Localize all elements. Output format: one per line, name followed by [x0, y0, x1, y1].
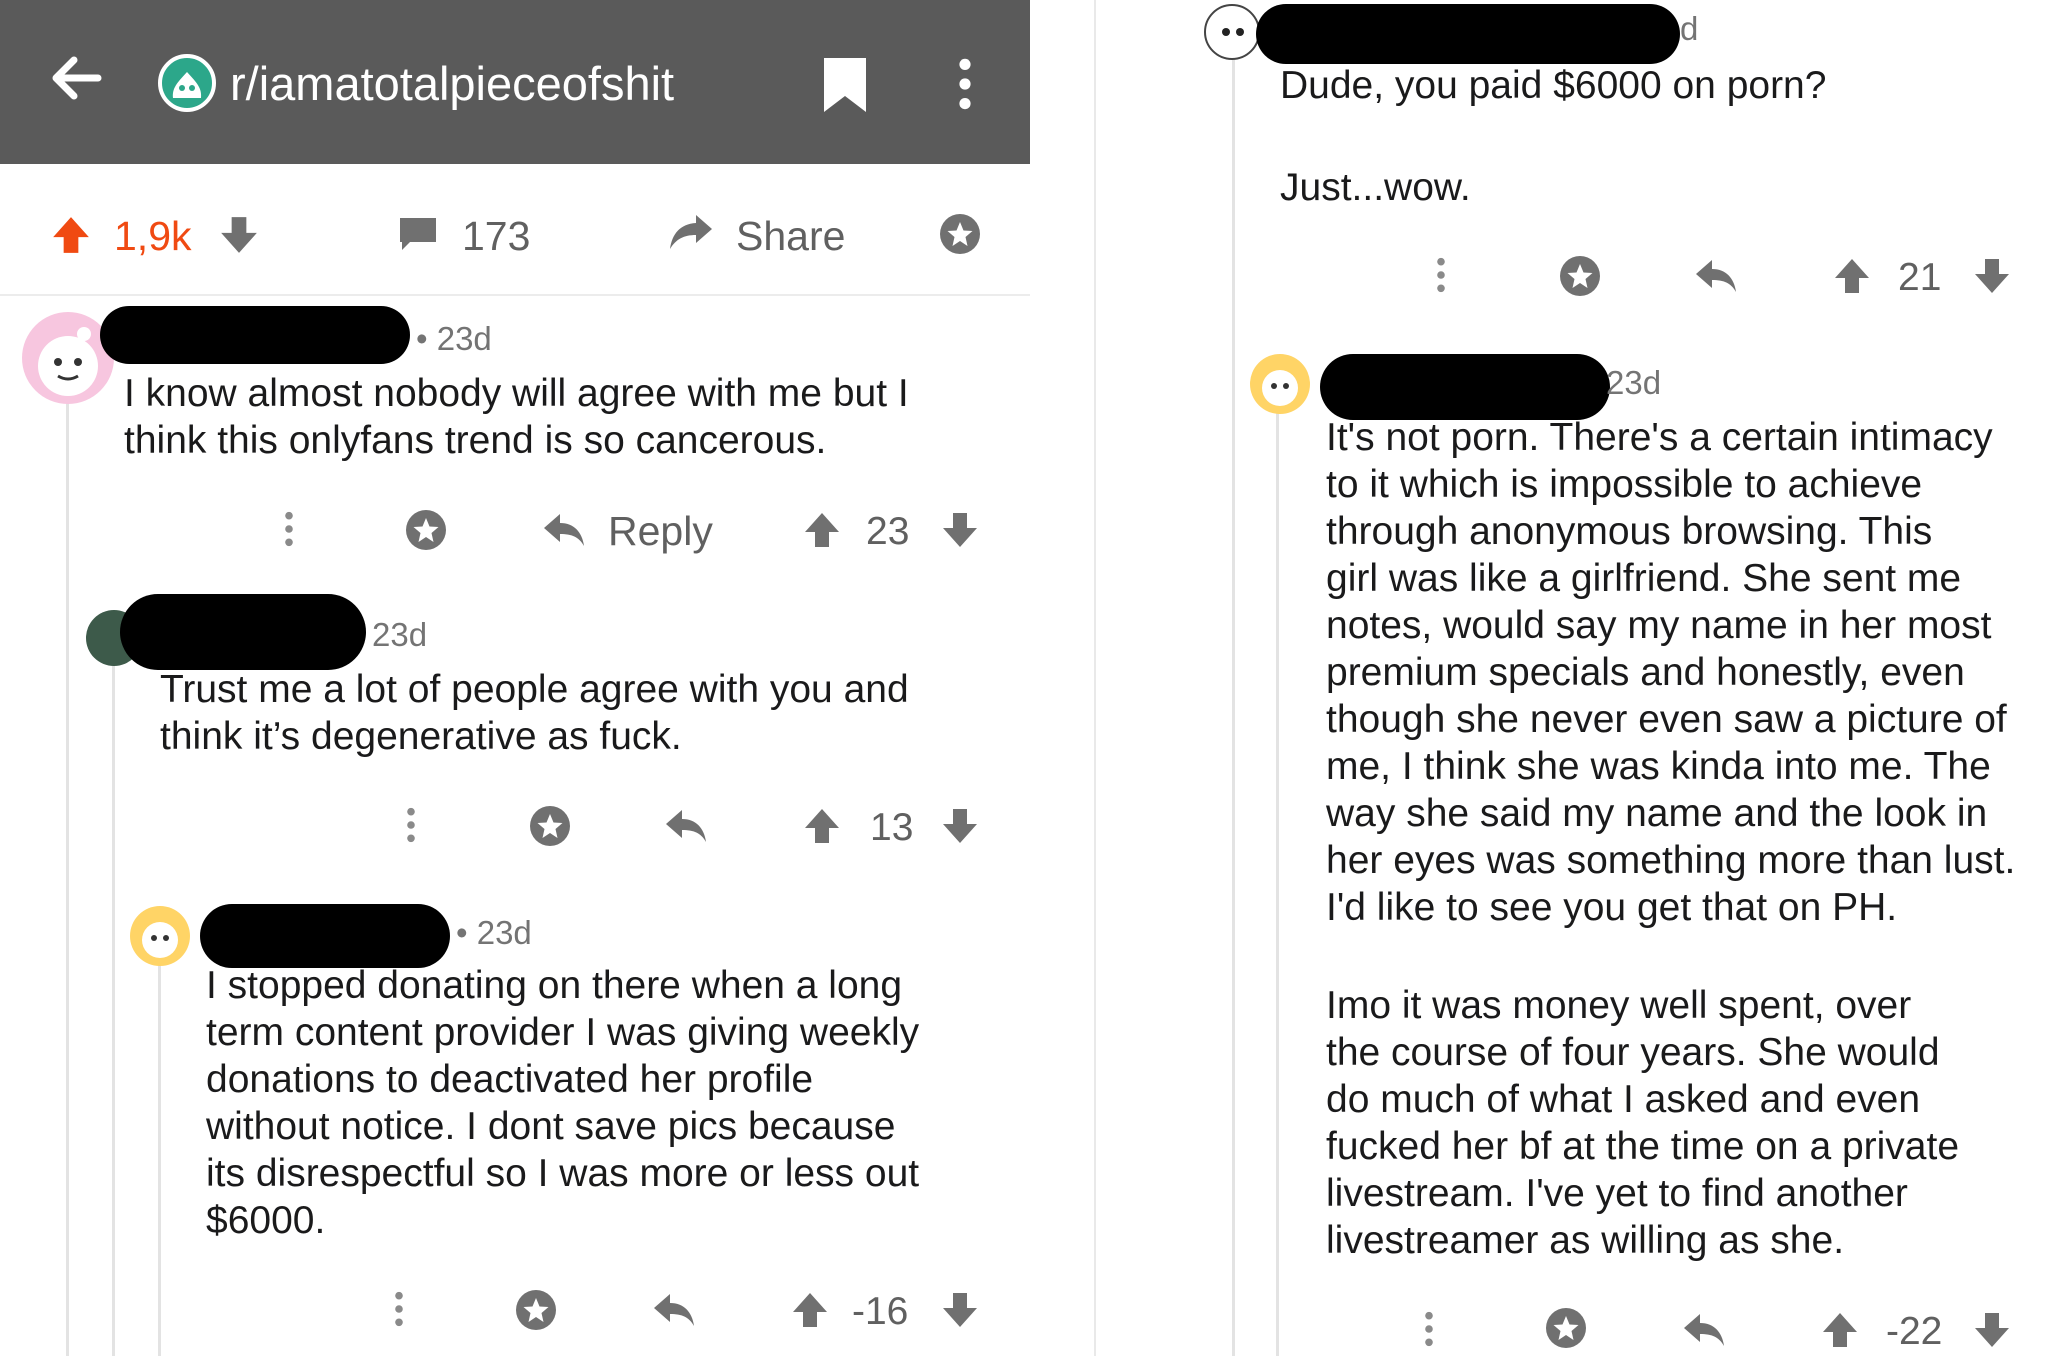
right-screenshot: d Dude, you paid $6000 on porn? Just...w… — [1098, 0, 2047, 1356]
downvote-icon[interactable] — [1972, 1310, 2012, 1350]
comment-count: 173 — [462, 213, 531, 259]
more-options-icon[interactable] — [284, 510, 294, 548]
thread-line — [1232, 60, 1235, 1356]
subreddit-name[interactable]: r/iamatotalpieceofshit — [230, 56, 674, 111]
comment-age: d — [1680, 10, 1699, 47]
reply-icon[interactable] — [664, 806, 708, 846]
downvote-icon[interactable] — [218, 214, 260, 256]
downvote-icon[interactable] — [940, 806, 980, 846]
thread-line — [112, 664, 115, 1356]
reply-button[interactable]: Reply — [608, 508, 713, 555]
redacted-username — [120, 594, 366, 670]
comment-body: I stopped donating on there when a long … — [206, 964, 920, 1242]
subreddit-icon — [158, 54, 216, 112]
award-icon[interactable] — [528, 804, 572, 848]
comment-age: • 23d — [456, 914, 532, 951]
comment-body: Imo it was money well spent, over the co… — [1326, 984, 1960, 1262]
reply-icon[interactable] — [1682, 1310, 1726, 1350]
comment-bubble-icon[interactable] — [396, 214, 440, 254]
thread-line — [66, 372, 69, 1356]
comment-body: Trust me a lot of people agree with you … — [160, 668, 909, 758]
avatar — [1250, 354, 1310, 414]
comment-score: -16 — [852, 1290, 909, 1333]
award-icon[interactable] — [404, 508, 448, 552]
upvote-icon[interactable] — [1832, 256, 1872, 296]
upvote-icon[interactable] — [802, 806, 842, 846]
share-icon[interactable] — [666, 212, 714, 252]
redacted-username — [1256, 4, 1680, 64]
redacted-username — [200, 904, 450, 968]
comment-age: • 23d — [416, 320, 492, 357]
overflow-menu-icon[interactable] — [958, 56, 972, 112]
upvote-icon[interactable] — [790, 1290, 830, 1330]
post-score: 1,9k — [114, 213, 192, 259]
comment-body: Dude, you paid $6000 on porn? — [1280, 64, 1827, 107]
more-options-icon[interactable] — [1424, 1310, 1434, 1348]
downvote-icon[interactable] — [940, 510, 980, 550]
back-arrow-icon[interactable] — [48, 50, 104, 106]
thread-line — [1276, 410, 1279, 1356]
comment-age: 23d — [372, 616, 428, 653]
share-label[interactable]: Share — [736, 213, 845, 260]
thread-line — [158, 958, 161, 1356]
award-icon[interactable] — [1558, 254, 1602, 298]
redacted-username — [100, 306, 410, 364]
more-options-icon[interactable] — [406, 806, 416, 844]
left-screenshot: r/iamatotalpieceofshit 1,9k 173 Share • … — [0, 0, 1030, 1356]
reply-icon[interactable] — [652, 1290, 696, 1330]
upvote-icon[interactable] — [50, 214, 92, 256]
bookmark-icon[interactable] — [822, 56, 868, 114]
more-options-icon[interactable] — [394, 1290, 404, 1328]
avatar — [1204, 4, 1260, 60]
redacted-username — [1320, 354, 1610, 420]
reply-icon[interactable] — [542, 510, 586, 550]
app-header: r/iamatotalpieceofshit — [0, 0, 1030, 164]
comment-score: 21 — [1898, 256, 1942, 299]
downvote-icon[interactable] — [1972, 256, 2012, 296]
award-icon[interactable] — [1544, 1306, 1588, 1350]
award-icon[interactable] — [938, 212, 982, 256]
more-options-icon[interactable] — [1436, 256, 1446, 294]
comment-score: 23 — [866, 510, 910, 553]
screenshot-divider — [1094, 0, 1096, 1356]
comment-score: -22 — [1886, 1310, 1943, 1353]
comment-score: 13 — [870, 806, 914, 849]
comment-body: I know almost nobody will agree with me … — [124, 372, 909, 462]
downvote-icon[interactable] — [940, 1290, 980, 1330]
avatar — [130, 906, 190, 966]
comment-body: Just...wow. — [1280, 166, 1471, 209]
upvote-icon[interactable] — [1820, 1310, 1860, 1350]
comment-age: 23d — [1606, 364, 1662, 401]
award-icon[interactable] — [514, 1288, 558, 1332]
comment-body: It's not porn. There's a certain intimac… — [1326, 416, 2016, 929]
reply-icon[interactable] — [1694, 256, 1738, 296]
upvote-icon[interactable] — [802, 510, 842, 550]
